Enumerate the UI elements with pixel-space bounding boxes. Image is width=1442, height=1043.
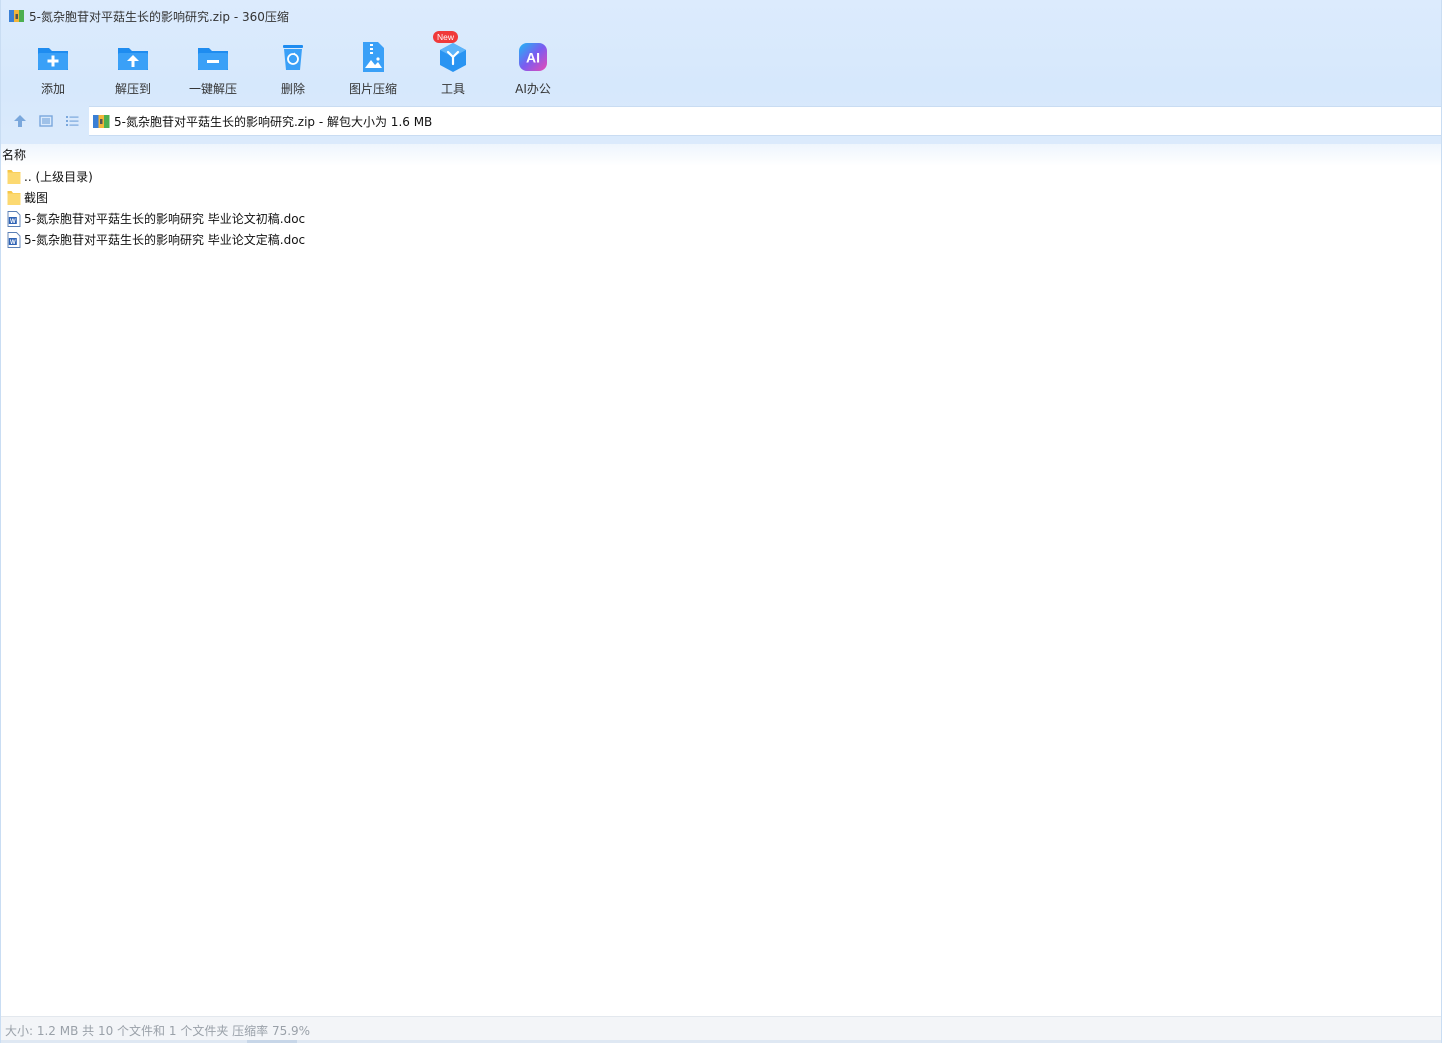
tools-label: 工具 [440, 82, 465, 96]
address-bar[interactable]: 5-氮杂胞苷对平菇生长的影响研究.zip - 解包大小为 1.6 MB [89, 106, 1441, 136]
add-button[interactable]: 添加 [13, 36, 93, 100]
column-header-name[interactable]: 名称 [1, 144, 1441, 166]
app-window: 5-氮杂胞苷对平菇生长的影响研究.zip - 360压缩 添加 解压到 一键解压… [0, 0, 1442, 1043]
up-arrow-icon [14, 115, 26, 127]
title-bar: 5-氮杂胞苷对平菇生长的影响研究.zip - 360压缩 [1, 0, 1441, 32]
file-list: 名称 .. (上级目录) 截图 W 5-氮杂胞苷对平菇生长的影响研究 毕业论文初… [1, 144, 1441, 1016]
zip-archive-icon [93, 114, 110, 128]
list-item[interactable]: .. (上级目录) [1, 166, 1441, 187]
list-view-button[interactable] [59, 108, 85, 134]
address-row: 5-氮杂胞苷对平菇生长的影响研究.zip - 解包大小为 1.6 MB [1, 106, 1441, 136]
word-doc-icon: W [7, 210, 21, 227]
status-text: 大小: 1.2 MB 共 10 个文件和 1 个文件夹 压缩率 75.9% [5, 1023, 311, 1038]
list-item[interactable]: W 5-氮杂胞苷对平菇生长的影响研究 毕业论文定稿.doc [1, 229, 1441, 250]
file-name: .. (上级目录) [24, 170, 93, 184]
ai-office-label: AI办公 [515, 82, 551, 96]
image-compress-button[interactable]: 图片压缩 [333, 36, 413, 100]
tools-cube-icon [440, 43, 466, 72]
zip-archive-icon [9, 10, 24, 22]
address-text: 5-氮杂胞苷对平菇生长的影响研究.zip - 解包大小为 1.6 MB [114, 114, 433, 129]
ai-office-icon: AI [519, 43, 547, 71]
toolbar: 添加 解压到 一键解压 删除 图片压缩 New 工具 AI AI办公 [13, 31, 573, 100]
delete-label: 删除 [280, 82, 305, 96]
folder-icon [7, 169, 21, 184]
extract-to-button[interactable]: 解压到 [93, 36, 173, 100]
svg-text:W: W [10, 219, 16, 225]
add-label: 添加 [40, 82, 65, 96]
ai-icon-text: AI [526, 50, 540, 66]
folder-icon [7, 190, 21, 205]
file-name: 截图 [24, 191, 49, 205]
file-name: 5-氮杂胞苷对平菇生长的影响研究 毕业论文初稿.doc [24, 212, 306, 226]
recycle-bin-icon [283, 45, 303, 70]
ai-office-button[interactable]: AI AI办公 [493, 36, 573, 100]
extract-to-label: 解压到 [114, 82, 151, 96]
word-doc-icon: W [7, 231, 21, 248]
svg-text:W: W [10, 240, 16, 246]
list-item[interactable]: W 5-氮杂胞苷对平菇生长的影响研究 毕业论文初稿.doc [1, 208, 1441, 229]
delete-button[interactable]: 删除 [253, 36, 333, 100]
list-item[interactable]: 截图 [1, 187, 1441, 208]
image-compress-label: 图片压缩 [348, 82, 397, 96]
window-title: 5-氮杂胞苷对平菇生长的影响研究.zip - 360压缩 [29, 9, 289, 24]
file-name: 5-氮杂胞苷对平菇生长的影响研究 毕业论文定稿.doc [24, 233, 306, 247]
extract-to-icon [118, 48, 148, 70]
thumbnail-view-button[interactable] [33, 108, 59, 134]
up-button[interactable] [7, 108, 33, 134]
one-click-extract-label: 一键解压 [188, 82, 237, 96]
thumbnail-view-icon [39, 115, 53, 127]
list-view-icon [66, 116, 79, 126]
new-badge: New [433, 31, 459, 43]
tools-button[interactable]: New 工具 [413, 31, 493, 100]
one-click-extract-button[interactable]: 一键解压 [173, 36, 253, 100]
add-folder-icon [38, 48, 68, 70]
image-compress-icon [363, 42, 384, 72]
header: 5-氮杂胞苷对平菇生长的影响研究.zip - 360压缩 添加 解压到 一键解压… [1, 0, 1441, 144]
status-bar: 大小: 1.2 MB 共 10 个文件和 1 个文件夹 压缩率 75.9% [1, 1016, 1441, 1043]
one-click-extract-icon [198, 48, 228, 70]
